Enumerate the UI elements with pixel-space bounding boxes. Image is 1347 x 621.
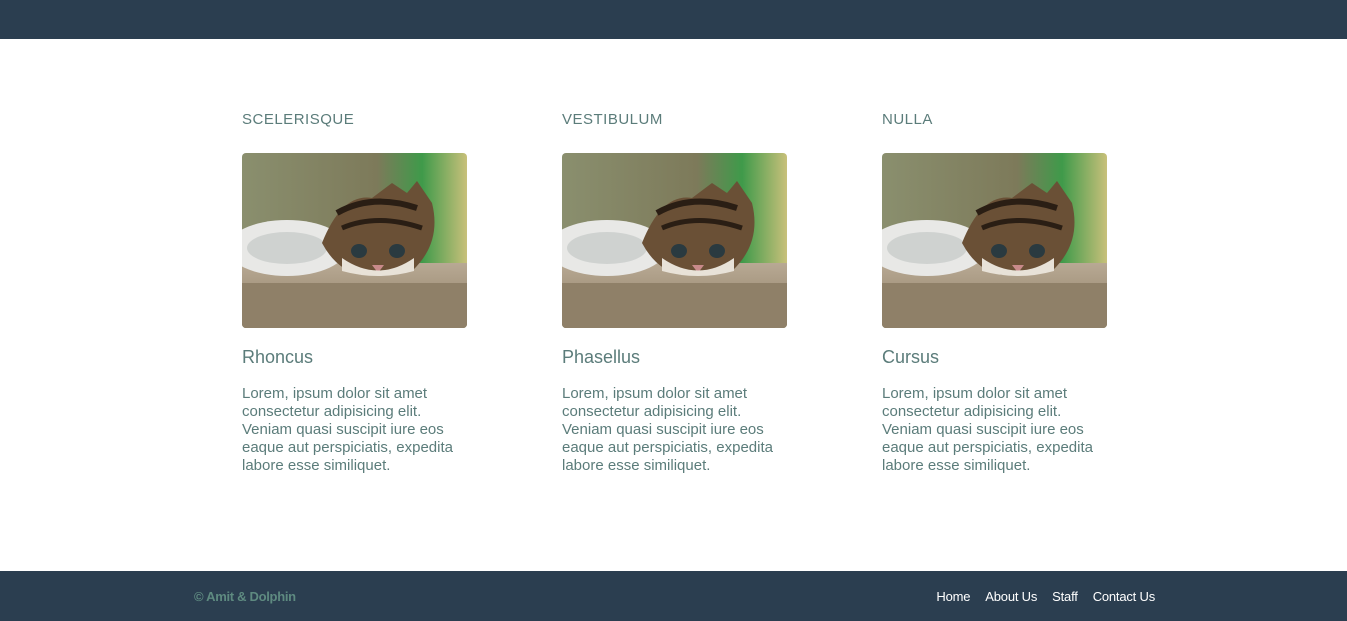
- footer-link-staff[interactable]: Staff: [1052, 589, 1078, 604]
- kitten-image: [242, 153, 467, 328]
- footer: © Amit & Dolphin Home About Us Staff Con…: [0, 571, 1347, 621]
- kitten-image: [562, 153, 787, 328]
- footer-nav: Home About Us Staff Contact Us: [936, 589, 1155, 604]
- column-text: Lorem, ipsum dolor sit amet consectetur …: [882, 385, 1093, 474]
- footer-link-about-us[interactable]: About Us: [985, 589, 1037, 604]
- column-text: Lorem, ipsum dolor sit amet consectetur …: [242, 385, 453, 474]
- copyright-text: © Amit & Dolphin: [194, 589, 296, 604]
- main-content: SCELERISQUE Rhoncus Lorem, ipsum dolor s…: [0, 39, 1347, 571]
- column-text: Lorem, ipsum dolor sit amet consectetur …: [562, 385, 773, 474]
- footer-link-home[interactable]: Home: [936, 589, 970, 604]
- column-title: Rhoncus: [242, 347, 314, 367]
- footer-link-contact-us[interactable]: Contact Us: [1093, 589, 1156, 604]
- top-bar: [0, 0, 1347, 39]
- kitten-image: [882, 153, 1107, 328]
- column-heading: VESTIBULUM: [562, 111, 663, 128]
- column-heading: NULLA: [882, 111, 933, 128]
- column-title: Phasellus: [562, 347, 641, 367]
- column-heading: SCELERISQUE: [242, 111, 355, 128]
- column-title: Cursus: [882, 347, 940, 367]
